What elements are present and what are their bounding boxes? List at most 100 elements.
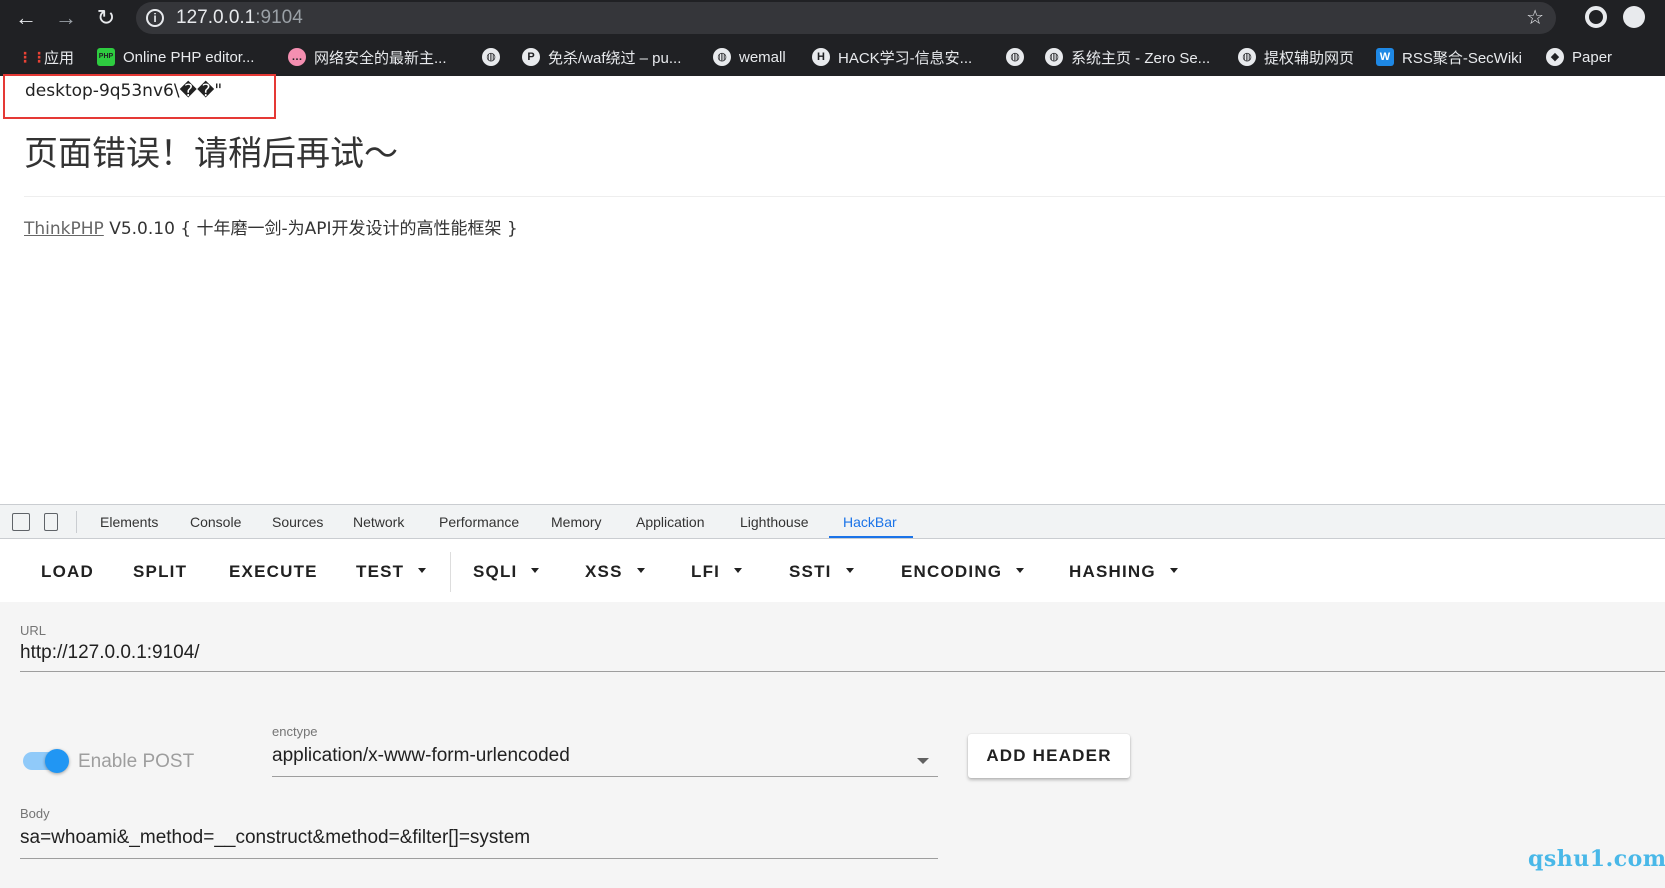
bookmark-label: RSS聚合-SecWiki [1402, 49, 1523, 67]
xss-menu-button[interactable]: XSS [585, 562, 645, 582]
bookmark-item[interactable]: H HACK学习-信息安... [812, 46, 972, 68]
lfi-label: LFI [691, 562, 721, 581]
bookmark-item[interactable]: W RSS聚合-SecWiki [1376, 46, 1522, 68]
tab-performance[interactable]: Performance [439, 514, 519, 530]
extension-icon[interactable] [1585, 6, 1607, 28]
load-label: LOAD [41, 562, 94, 581]
highlight-box [3, 74, 276, 119]
bookmark-item[interactable]: ◍ 提权辅助网页 [1238, 46, 1354, 68]
bookmark-item[interactable]: ◍ [1006, 46, 1032, 68]
thinkphp-link[interactable]: ThinkPHP [24, 219, 104, 239]
browser-top-bar: ← → ↻ i 127.0.0.1:9104 ☆ [0, 0, 1665, 38]
encoding-label: ENCODING [901, 562, 1003, 581]
inspect-element-icon[interactable] [12, 513, 30, 531]
php-editor-icon: PHP [97, 48, 115, 66]
bookmark-label: Paper [1572, 48, 1613, 66]
encoding-caret-icon [1016, 568, 1025, 574]
bookmark-item[interactable]: ◍ wemall [713, 46, 786, 68]
globe-icon: ◍ [1238, 48, 1256, 66]
tab-elements[interactable]: Elements [100, 514, 158, 530]
bookmark-item[interactable]: ⋮⋮ 应用 [18, 46, 74, 68]
reload-icon[interactable]: ↻ [91, 3, 121, 33]
bookmark-star-icon[interactable]: ☆ [1526, 5, 1544, 30]
enctype-underline [272, 776, 938, 777]
hashing-caret-icon [1169, 568, 1178, 574]
enctype-dropdown-arrow-icon[interactable] [917, 758, 929, 764]
tab-sources[interactable]: Sources [272, 514, 323, 530]
add-header-button[interactable]: ADD HEADER [968, 734, 1130, 778]
ssti-menu-button[interactable]: SSTI [789, 562, 854, 582]
bookmark-item[interactable]: PHP Online PHP editor... [97, 46, 254, 68]
profile-avatar-icon[interactable] [1623, 6, 1645, 28]
bookmark-item[interactable]: … 网络安全的最新主... [288, 46, 447, 68]
address-bar[interactable]: i 127.0.0.1:9104 ☆ [136, 2, 1556, 34]
enctype-select[interactable]: application/x-www-form-urlencoded [272, 745, 570, 767]
bookmark-label: 提权辅助网页 [1264, 49, 1355, 67]
devtools-separator [76, 511, 77, 533]
page-content: desktop-9q53nv6\��" 页面错误！请稍后再试～ ThinkPHP… [0, 74, 1665, 504]
split-button[interactable]: SPLIT [133, 562, 187, 582]
site-favicon-icon: P [522, 48, 540, 66]
bookmark-item[interactable]: P 免杀/waf绕过 – pu... [522, 46, 681, 68]
tab-console[interactable]: Console [190, 514, 241, 530]
devtools-panel: Elements Console Sources Network Perform… [0, 504, 1665, 888]
split-label: SPLIT [133, 562, 188, 581]
url-port: :9104 [255, 7, 303, 28]
error-title: 页面错误！请稍后再试～ [24, 134, 398, 174]
bookmarks-bar: ⋮⋮ 应用 PHP Online PHP editor... … 网络安全的最新主... ◍… [0, 38, 1665, 76]
bookmark-item[interactable]: ◆ Paper [1546, 46, 1612, 68]
globe-icon: ◍ [1045, 48, 1063, 66]
body-field[interactable]: sa=whoami&_method=__construct&method=&fi… [20, 827, 530, 849]
divider [24, 196, 1665, 197]
url-field[interactable]: http://127.0.0.1:9104/ [20, 642, 200, 664]
bookmark-item[interactable]: ◍ [482, 46, 508, 68]
test-label: TEST [356, 562, 405, 581]
address-url: 127.0.0.1:9104 [176, 7, 303, 29]
bookmark-label: 网络安全的最新主... [314, 49, 447, 67]
site-info-icon[interactable]: i [146, 9, 164, 27]
sqli-caret-icon [531, 568, 540, 574]
encoding-menu-button[interactable]: ENCODING [901, 562, 1025, 582]
lfi-menu-button[interactable]: LFI [691, 562, 743, 582]
enctype-label: enctype [272, 724, 318, 739]
xss-caret-icon [636, 568, 645, 574]
sqli-label: SQLI [473, 562, 518, 581]
bookmark-label: 系统主页 - Zero Se... [1071, 49, 1211, 67]
hack-favicon-icon: H [812, 48, 830, 66]
toolbar-separator [450, 552, 451, 592]
device-toolbar-icon[interactable] [44, 513, 58, 531]
sqli-menu-button[interactable]: SQLI [473, 562, 540, 582]
load-button[interactable]: LOAD [41, 562, 94, 582]
bookmark-label: Online PHP editor... [123, 48, 255, 66]
hashing-label: HASHING [1069, 562, 1156, 581]
hackbar-toolbar: LOAD SPLIT EXECUTE TEST SQLI XSS LFI SST… [0, 540, 1665, 602]
enable-post-toggle-knob[interactable] [45, 749, 69, 773]
bookmark-item[interactable]: ◍ 系统主页 - Zero Se... [1045, 46, 1210, 68]
execute-button[interactable]: EXECUTE [229, 562, 318, 582]
back-arrow-icon[interactable]: ← [11, 3, 41, 33]
tab-network[interactable]: Network [353, 514, 404, 530]
secwiki-icon: W [1376, 48, 1394, 66]
execute-label: EXECUTE [229, 562, 318, 581]
bookmark-label: 免杀/waf绕过 – pu... [548, 49, 682, 67]
forward-arrow-icon[interactable]: → [51, 3, 81, 33]
framework-version: V5.0.10 { 十年磨一剑-为API开发设计的高性能框架 } [103, 219, 518, 239]
globe-icon: ◍ [1006, 48, 1024, 66]
paper-icon: ◆ [1546, 48, 1564, 66]
bookmark-label: wemall [739, 48, 786, 66]
ssti-caret-icon [845, 568, 854, 574]
hashing-menu-button[interactable]: HASHING [1069, 562, 1178, 582]
bookmark-label: 应用 [44, 49, 75, 67]
framework-copyright: ThinkPHP V5.0.10 { 十年磨一剑-为API开发设计的高性能框架 … [24, 214, 518, 239]
test-menu-button[interactable]: TEST [356, 562, 427, 582]
globe-icon: ◍ [482, 48, 500, 66]
tab-application[interactable]: Application [636, 514, 705, 530]
url-field-underline [20, 671, 1665, 672]
tab-lighthouse[interactable]: Lighthouse [740, 514, 809, 530]
xss-label: XSS [585, 562, 623, 581]
tab-hackbar[interactable]: HackBar [843, 514, 897, 530]
apps-grid-icon: ⋮⋮ [18, 49, 46, 65]
globe-icon: ◍ [713, 48, 731, 66]
url-field-label: URL [20, 623, 47, 638]
tab-memory[interactable]: Memory [551, 514, 602, 530]
